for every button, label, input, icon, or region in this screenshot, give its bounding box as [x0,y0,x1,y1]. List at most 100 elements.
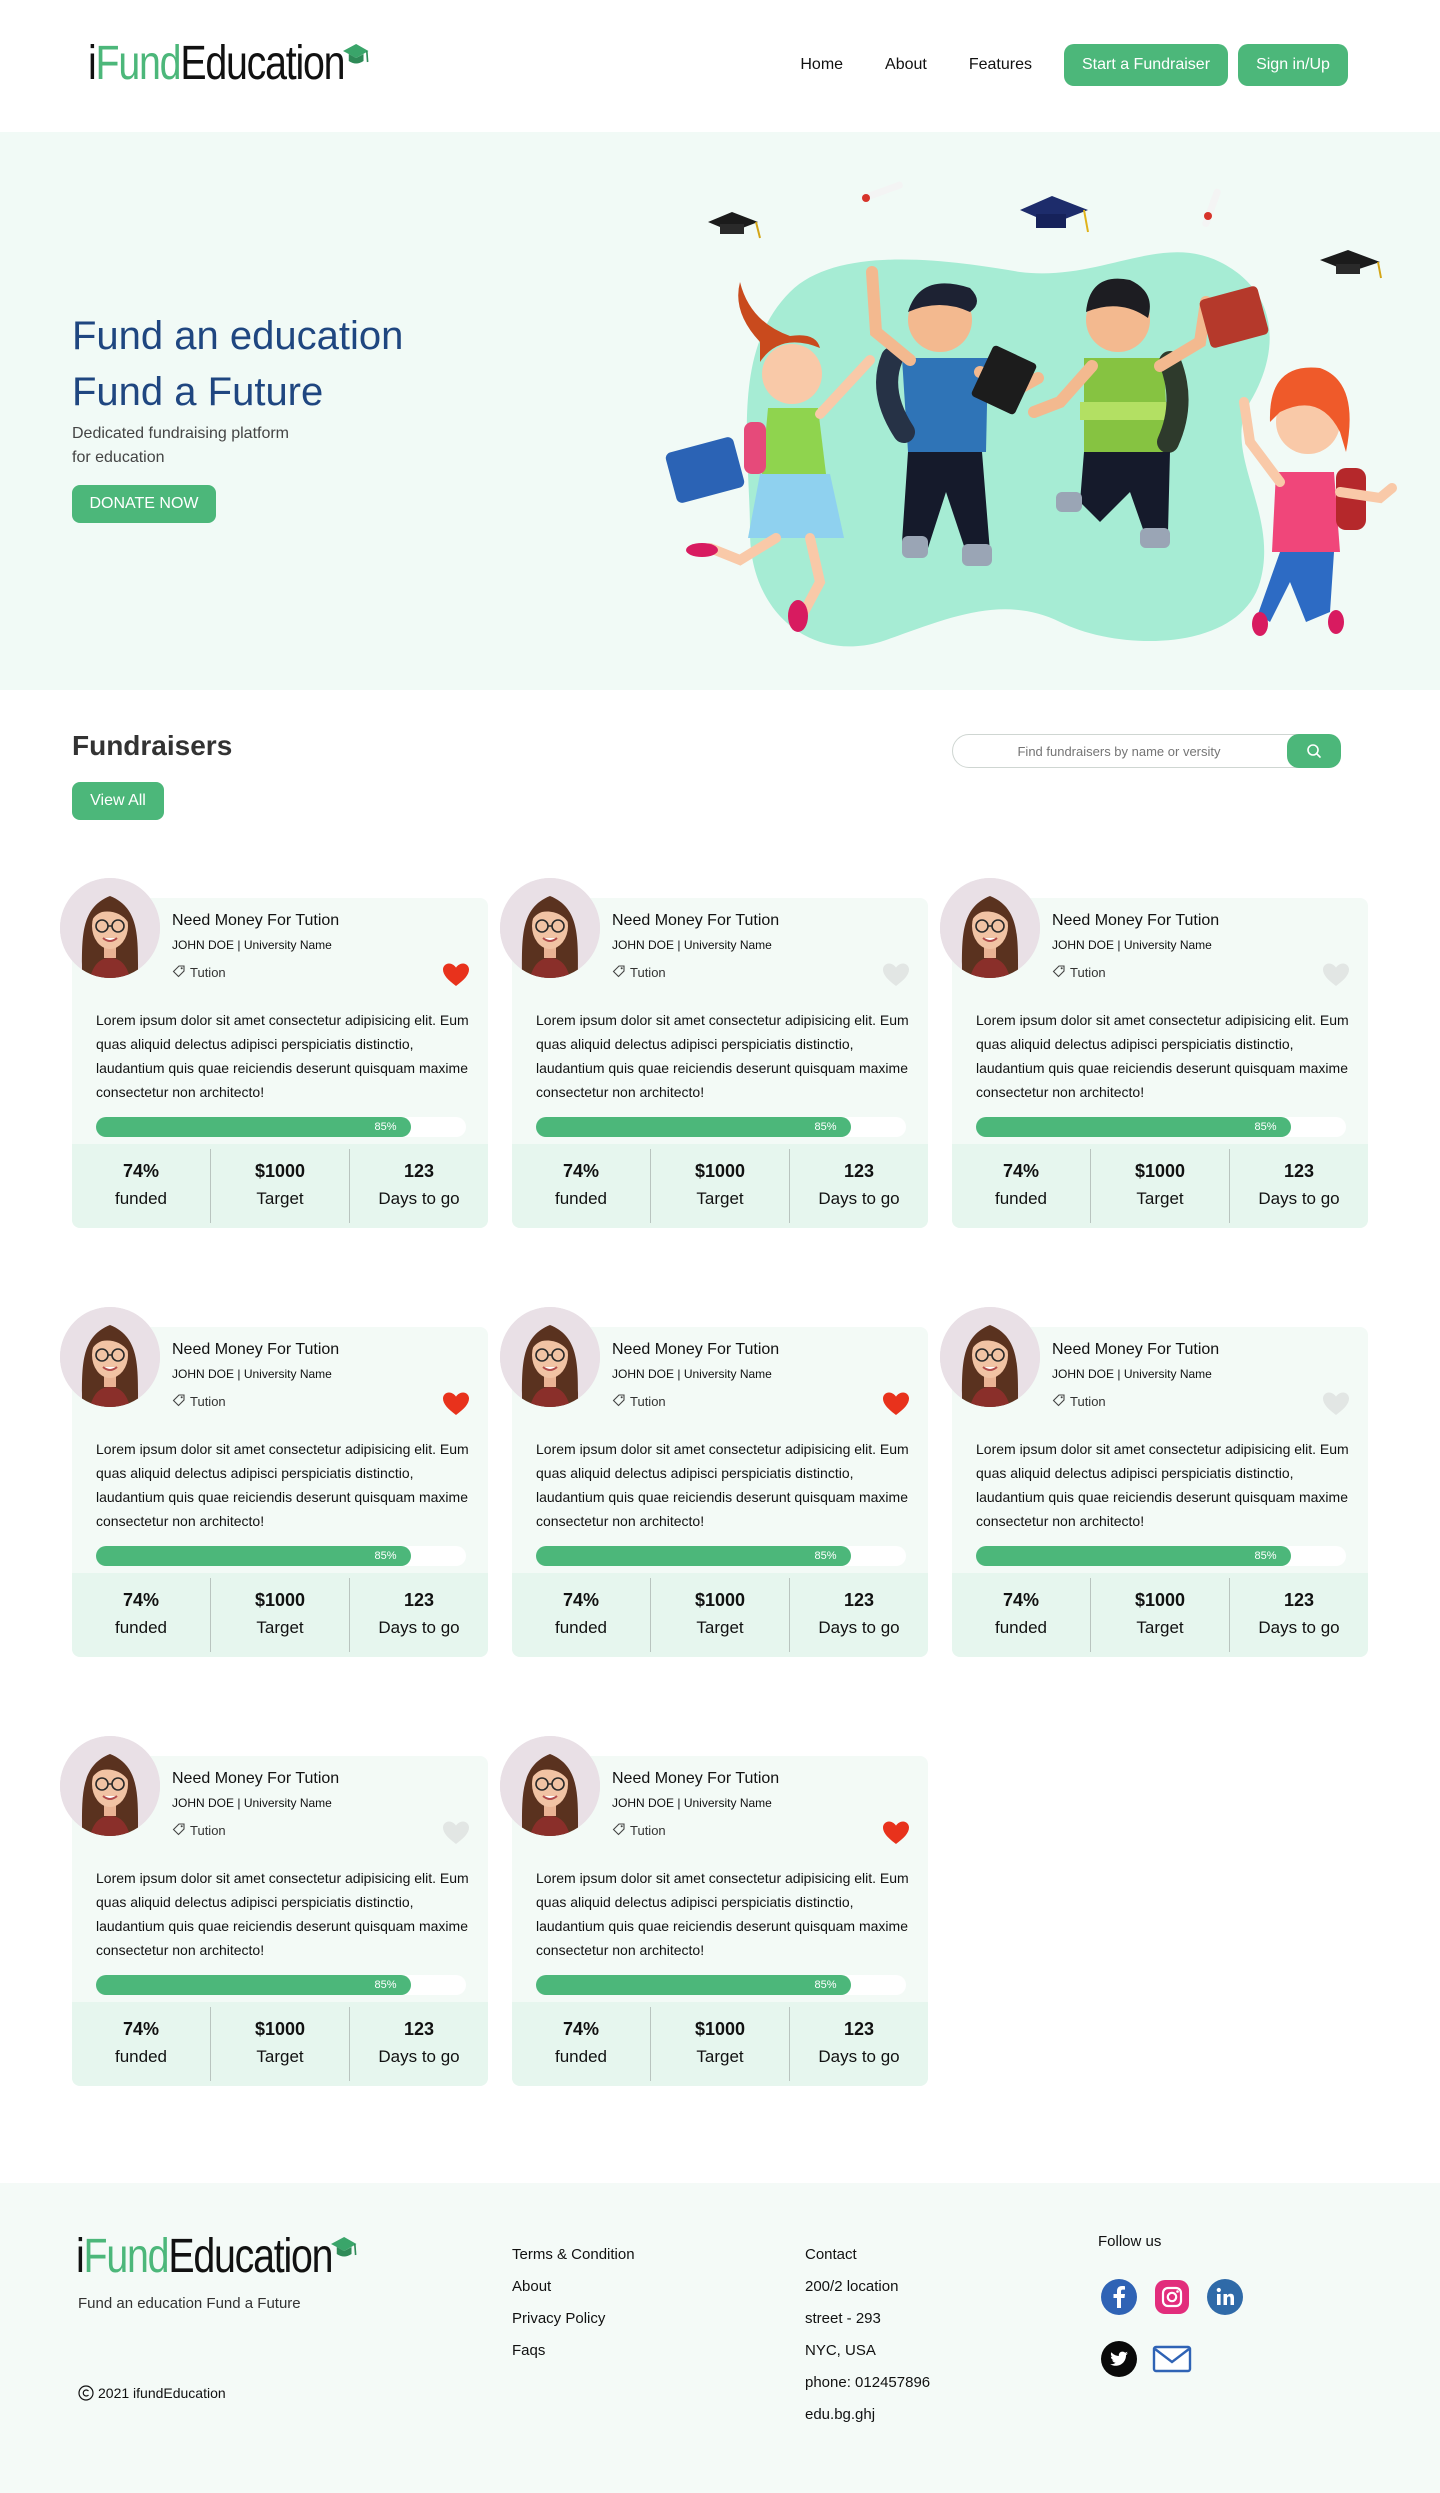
fundraiser-card[interactable]: Need Money For Tution JOHN DOE | Universi… [500,878,928,1228]
stat-target: $1000 Target [651,1149,790,1223]
card-title[interactable]: Need Money For Tution [172,1770,339,1788]
fundraiser-card[interactable]: Need Money For Tution JOHN DOE | Universi… [60,878,488,1228]
nav-about[interactable]: About [885,56,927,74]
funded-label: funded [555,1618,607,1637]
card-tag: Tution [612,964,666,981]
heart-icon[interactable] [882,1820,910,1851]
tag-icon [612,1393,626,1410]
avatar [60,1736,160,1836]
facebook-icon[interactable] [1099,2277,1139,2317]
card-description: Lorem ipsum dolor sit amet consectetur a… [976,1012,1349,1100]
fundraiser-card[interactable]: Need Money For Tution JOHN DOE | Universi… [500,1307,928,1657]
days-label: Days to go [818,1618,900,1637]
donate-now-button[interactable]: DONATE NOW [72,485,216,523]
terms-link[interactable]: Terms & Condition [512,2239,635,2271]
stat-funded: 74% funded [512,2007,651,2081]
heart-icon[interactable] [442,1391,470,1422]
graduation-cap-icon [342,44,369,64]
target-label: Target [256,2047,304,2066]
heart-icon[interactable] [882,1391,910,1422]
follow-us-label: Follow us [1098,2233,1162,2250]
site-header: iFundEducation Home About Features Start… [0,0,1440,132]
stat-funded: 74% funded [512,1149,651,1223]
funded-value: 74% [562,1590,600,1610]
heart-icon[interactable] [1322,962,1350,993]
linkedin-icon[interactable] [1205,2277,1245,2317]
funded-value: 74% [1002,1590,1040,1610]
contact-email: edu.bg.ghj [805,2406,876,2423]
target-value: $1000 [254,1590,306,1610]
progress-bar: 85% [96,1546,466,1566]
card-title[interactable]: Need Money For Tution [172,912,339,930]
fundraiser-search [952,734,1341,768]
fundraiser-card[interactable]: Need Money For Tution JOHN DOE | Universi… [60,1736,488,2086]
avatar [500,1736,600,1836]
progress-fill: 85% [976,1546,1291,1566]
progress-bar: 85% [976,1546,1346,1566]
start-fundraiser-button[interactable]: Start a Fundraiser [1064,44,1228,86]
search-button[interactable] [1287,734,1341,768]
progress-fill: 85% [536,1117,851,1137]
fundraiser-card[interactable]: Need Money For Tution JOHN DOE | Universi… [940,1307,1368,1657]
view-all-button[interactable]: View All [72,782,164,820]
target-value: $1000 [694,1590,746,1610]
stat-days: 123 Days to go [350,1149,488,1223]
fundraiser-card[interactable]: Need Money For Tution JOHN DOE | Universi… [60,1307,488,1657]
card-tag: Tution [172,964,226,981]
sign-in-button[interactable]: Sign in/Up [1238,44,1348,86]
student-name: JOHN DOE [1052,1367,1115,1381]
about-link[interactable]: About [512,2271,635,2303]
student-name: JOHN DOE [612,1796,675,1810]
fundraiser-card[interactable]: Need Money For Tution JOHN DOE | Universi… [500,1736,928,2086]
graduation-cap-icon [1020,196,1089,233]
search-input[interactable] [969,735,1269,767]
card-description: Lorem ipsum dolor sit amet consectetur a… [536,1870,909,1958]
student-name: JOHN DOE [612,938,675,952]
tag-icon [172,1822,186,1839]
tag-label: Tution [1070,1394,1106,1409]
card-tag: Tution [612,1393,666,1410]
progress-fill: 85% [96,1975,411,1995]
hero-subtitle: Dedicated fundraising platform for educa… [72,425,290,466]
card-meta: JOHN DOE | University Name [172,1367,332,1381]
card-stats: 74% funded $1000 Target 123 Days to go [72,1144,488,1228]
contact-city: NYC, USA [805,2342,876,2359]
card-title[interactable]: Need Money For Tution [172,1341,339,1359]
card-title[interactable]: Need Money For Tution [612,1341,779,1359]
instagram-icon[interactable] [1152,2277,1192,2317]
days-value: 123 [1283,1161,1315,1181]
privacy-link[interactable]: Privacy Policy [512,2303,635,2335]
target-label: Target [1136,1189,1184,1208]
university-name: University Name [683,938,772,952]
twitter-icon[interactable] [1099,2339,1139,2379]
target-label: Target [256,1189,304,1208]
footer-logo[interactable]: iFundEducation [76,2229,357,2284]
tag-icon [612,964,626,981]
days-value: 123 [843,1161,875,1181]
tag-icon [612,1822,626,1839]
card-title[interactable]: Need Money For Tution [1052,912,1219,930]
nav-features[interactable]: Features [969,56,1032,74]
funded-value: 74% [122,1161,160,1181]
nav-home[interactable]: Home [800,56,843,74]
faqs-link[interactable]: Faqs [512,2335,635,2367]
stat-funded: 74% funded [72,2007,211,2081]
card-title[interactable]: Need Money For Tution [1052,1341,1219,1359]
heart-icon[interactable] [442,1820,470,1851]
avatar [60,878,160,978]
stat-target: $1000 Target [1091,1578,1230,1652]
tag-icon [172,964,186,981]
mail-icon[interactable] [1152,2339,1192,2379]
card-title[interactable]: Need Money For Tution [612,1770,779,1788]
days-value: 123 [403,1161,435,1181]
card-title[interactable]: Need Money For Tution [612,912,779,930]
card-description: Lorem ipsum dolor sit amet consectetur a… [536,1441,909,1529]
card-meta: JOHN DOE | University Name [1052,1367,1212,1381]
fundraiser-card[interactable]: Need Money For Tution JOHN DOE | Universi… [940,878,1368,1228]
heart-icon[interactable] [882,962,910,993]
student-name: JOHN DOE [612,1367,675,1381]
heart-icon[interactable] [442,962,470,993]
heart-icon[interactable] [1322,1391,1350,1422]
university-name: University Name [1123,938,1212,952]
logo[interactable]: iFundEducation [88,36,369,91]
